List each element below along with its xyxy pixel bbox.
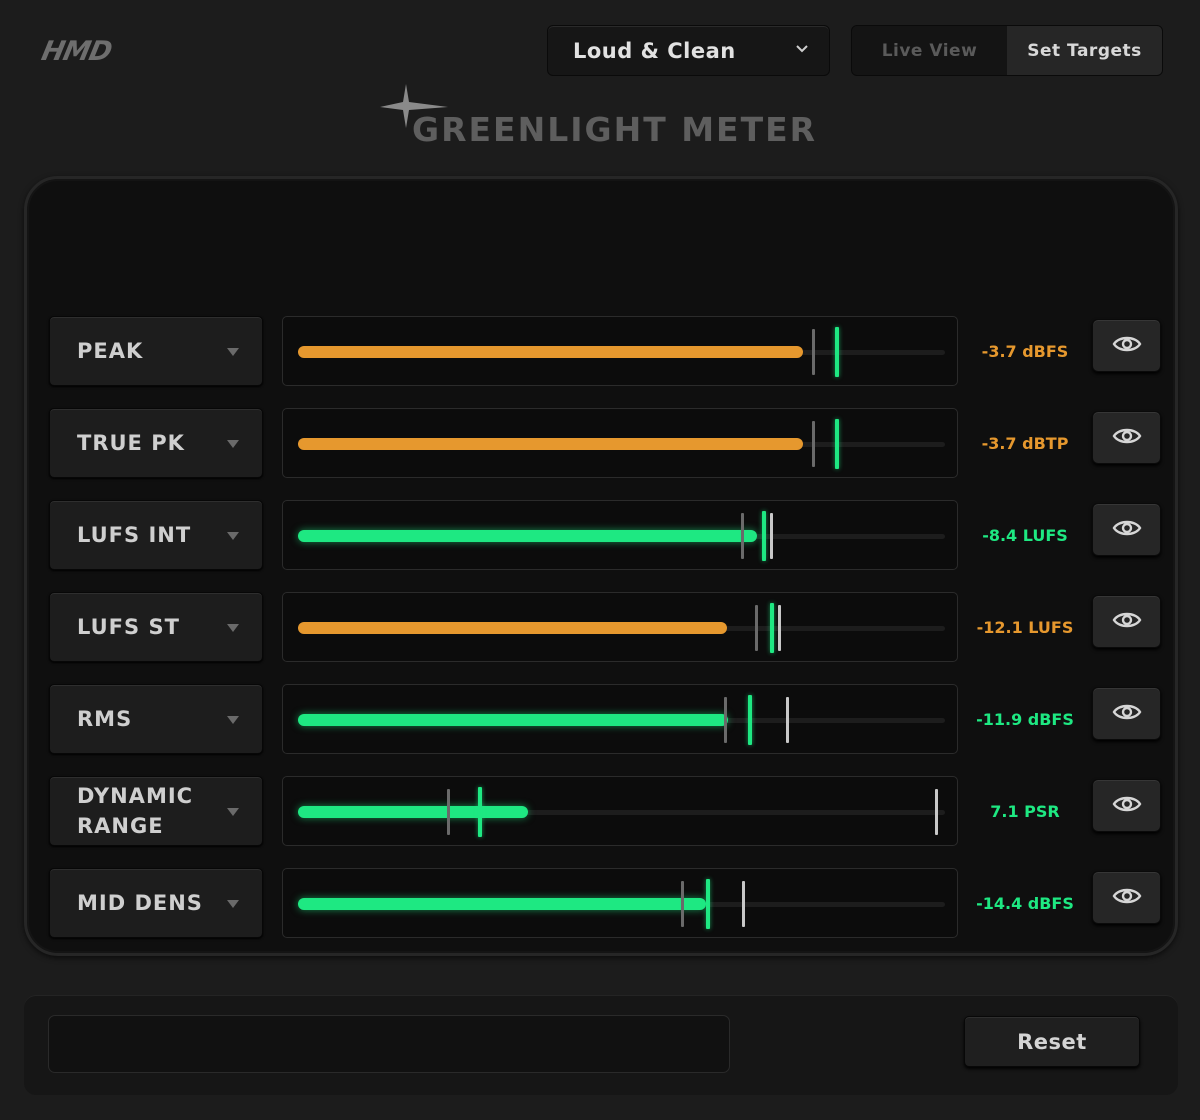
triangle-down-icon <box>227 348 239 356</box>
preset-dropdown[interactable]: Loud & Clean <box>547 25 830 76</box>
target-min-marker[interactable] <box>447 789 450 835</box>
view-mode-toggle[interactable]: Live View Set Targets <box>851 25 1163 76</box>
current-value-marker[interactable] <box>706 879 710 929</box>
meter-bar-mid-dens <box>282 868 958 938</box>
tab-set-targets[interactable]: Set Targets <box>1007 26 1162 75</box>
meter-fill <box>298 438 803 450</box>
target-max-marker[interactable] <box>935 789 938 835</box>
visibility-toggle-button[interactable] <box>1092 779 1161 832</box>
meter-row-mid-dens: MID DENS -14.4 dBFS <box>27 868 1175 940</box>
meter-row-true-pk: TRUE PK -3.7 dBTP <box>27 408 1175 480</box>
meter-row-lufs-int: LUFS INT -8.4 LUFS <box>27 500 1175 572</box>
meter-bar-peak <box>282 316 958 386</box>
preset-value: Loud & Clean <box>573 38 736 63</box>
target-min-marker[interactable] <box>812 421 815 467</box>
meter-bar-lufs-int <box>282 500 958 570</box>
metric-select-lufs-st[interactable]: LUFS ST <box>49 592 263 662</box>
chevron-down-icon <box>796 45 808 53</box>
eye-icon <box>1112 701 1142 727</box>
metric-select-true-pk[interactable]: TRUE PK <box>49 408 263 478</box>
target-max-marker[interactable] <box>742 881 745 927</box>
meter-fill <box>298 898 706 910</box>
meter-fill <box>298 622 727 634</box>
metric-select-lufs-int[interactable]: LUFS INT <box>49 500 263 570</box>
target-max-marker[interactable] <box>778 605 781 651</box>
target-min-marker[interactable] <box>741 513 744 559</box>
current-value-marker[interactable] <box>478 787 482 837</box>
current-value-marker[interactable] <box>748 695 752 745</box>
meter-readout: -3.7 dBFS <box>981 341 1069 361</box>
visibility-toggle-button[interactable] <box>1092 411 1161 464</box>
meter-readout: -3.7 dBTP <box>981 433 1069 453</box>
target-min-marker[interactable] <box>812 329 815 375</box>
target-min-marker[interactable] <box>724 697 727 743</box>
meter-bar-true-pk <box>282 408 958 478</box>
meter-fill <box>298 806 528 818</box>
metric-select-mid-dens[interactable]: MID DENS <box>49 868 263 938</box>
metric-select-peak[interactable]: PEAK <box>49 316 263 386</box>
meter-row-lufs-st: LUFS ST -12.1 LUFS <box>27 592 1175 664</box>
meter-row-dynamic-range: DYNAMIC RANGE 7.1 PSR <box>27 776 1175 848</box>
metric-select-dynamic-range[interactable]: DYNAMIC RANGE <box>49 776 263 846</box>
current-value-marker[interactable] <box>762 511 766 561</box>
triangle-down-icon <box>227 532 239 540</box>
target-min-marker[interactable] <box>681 881 684 927</box>
meter-bar-lufs-st <box>282 592 958 662</box>
meter-readout: -8.4 LUFS <box>982 525 1068 545</box>
triangle-down-icon <box>227 440 239 448</box>
meter-fill <box>298 530 757 542</box>
meter-bar-rms <box>282 684 958 754</box>
triangle-down-icon <box>227 716 239 724</box>
metric-label: RMS <box>77 707 133 731</box>
meter-readout: 7.1 PSR <box>990 801 1060 821</box>
tab-live-view[interactable]: Live View <box>852 26 1007 75</box>
metric-label: DYNAMIC RANGE <box>77 784 194 838</box>
meter-readout: -14.4 dBFS <box>976 893 1074 913</box>
triangle-down-icon <box>227 900 239 908</box>
metric-label: LUFS INT <box>77 523 192 547</box>
metric-label: TRUE PK <box>77 431 185 455</box>
target-min-marker[interactable] <box>755 605 758 651</box>
triangle-down-icon <box>227 624 239 632</box>
eye-icon <box>1112 425 1142 451</box>
current-value-marker[interactable] <box>835 327 839 377</box>
meter-readout: -12.1 LUFS <box>976 617 1074 637</box>
current-value-marker[interactable] <box>835 419 839 469</box>
footer-bar: Reset <box>24 995 1178 1095</box>
metric-label: MID DENS <box>77 891 203 915</box>
visibility-toggle-button[interactable] <box>1092 687 1161 740</box>
metric-label: LUFS ST <box>77 615 180 639</box>
eye-icon <box>1112 793 1142 819</box>
target-max-marker[interactable] <box>786 697 789 743</box>
status-message-field <box>48 1015 730 1073</box>
page-title: GREENLIGHT METER <box>412 110 818 149</box>
eye-icon <box>1112 333 1142 359</box>
meter-fill <box>298 346 803 358</box>
meter-fill <box>298 714 728 726</box>
hmd-logo: HMD <box>38 36 115 67</box>
meter-row-peak: PEAK -3.7 dBFS <box>27 316 1175 388</box>
current-value-marker[interactable] <box>770 603 774 653</box>
app-title-block: GREENLIGHT METER <box>378 80 838 150</box>
eye-icon <box>1112 609 1142 635</box>
visibility-toggle-button[interactable] <box>1092 871 1161 924</box>
reset-button[interactable]: Reset <box>964 1016 1140 1067</box>
meter-panel: PEAK -3.7 dBFS TRUE PK -3.7 dBTP LUFS INT -8.… <box>24 176 1178 956</box>
visibility-toggle-button[interactable] <box>1092 503 1161 556</box>
meter-bar-dynamic-range <box>282 776 958 846</box>
eye-icon <box>1112 885 1142 911</box>
target-max-marker[interactable] <box>770 513 773 559</box>
meter-row-rms: RMS -11.9 dBFS <box>27 684 1175 756</box>
eye-icon <box>1112 517 1142 543</box>
visibility-toggle-button[interactable] <box>1092 319 1161 372</box>
metric-select-rms[interactable]: RMS <box>49 684 263 754</box>
visibility-toggle-button[interactable] <box>1092 595 1161 648</box>
triangle-down-icon <box>227 808 239 816</box>
meter-readout: -11.9 dBFS <box>976 709 1074 729</box>
metric-label: PEAK <box>77 339 144 363</box>
